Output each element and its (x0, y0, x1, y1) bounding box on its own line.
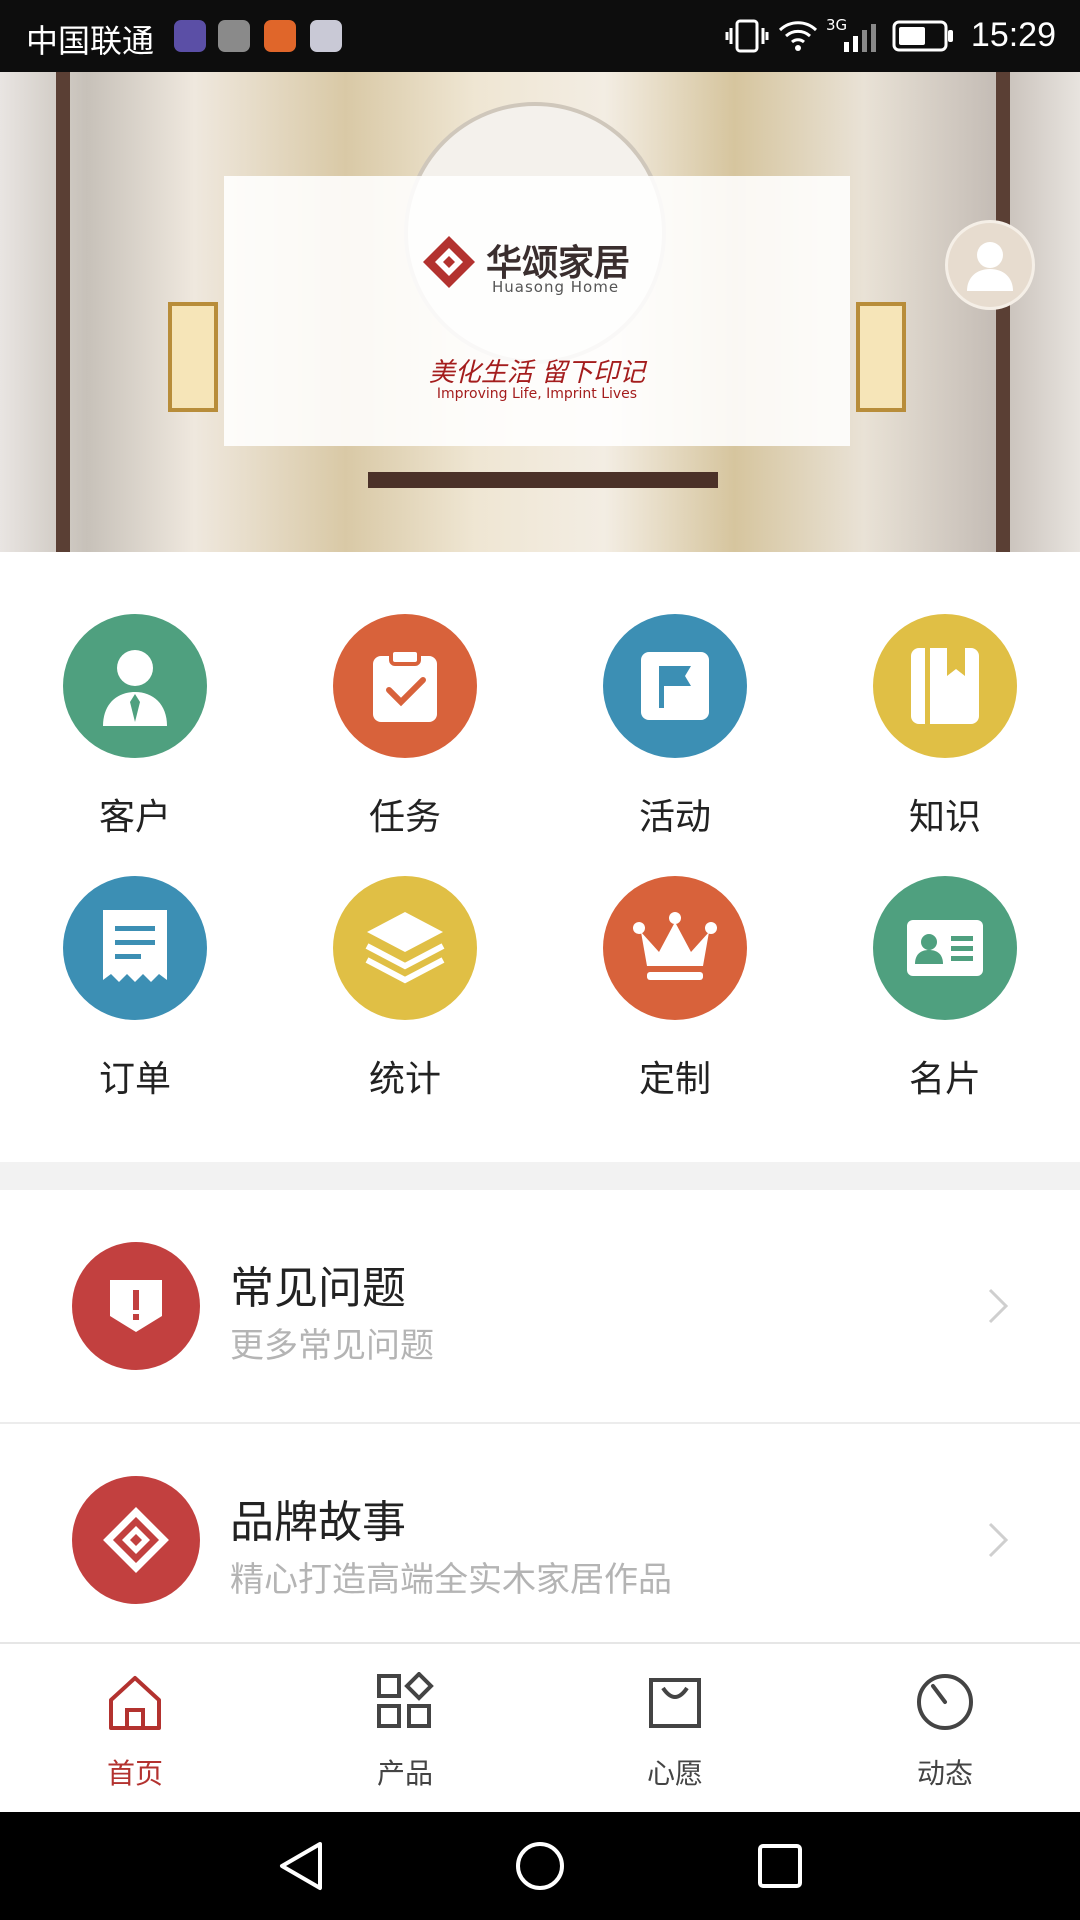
grid-icon-bg (873, 876, 1017, 1020)
receipt-icon (103, 910, 167, 982)
brand-logo-card: 华颂家居 Huasong Home 美化生活 留下印记 Improving Li… (224, 176, 850, 446)
status-bar: 中国联通 3G 15:29 (0, 0, 1080, 72)
tab-products[interactable]: 产品 (270, 1644, 540, 1814)
battery-icon (892, 20, 953, 52)
grid-label: 统计 (368, 1059, 441, 1100)
list-item-brand-story[interactable]: 品牌故事 精心打造高端全实木家居作品 (0, 1424, 1080, 1656)
banner-decor (856, 302, 906, 412)
banner-decor (168, 302, 218, 412)
grid-item-customer[interactable]: 客户 (0, 552, 270, 838)
app-notification-icon (264, 20, 296, 52)
grid-icon-bg (333, 876, 477, 1020)
recents-icon[interactable] (756, 1842, 804, 1890)
grid-item-task[interactable]: 任务 (270, 552, 540, 838)
wishlist-bag-icon (649, 1678, 701, 1728)
list-item-subtitle: 更多常见问题 (230, 1326, 434, 1366)
wifi-icon (778, 21, 818, 51)
list-item-subtitle: 精心打造高端全实木家居作品 (230, 1560, 672, 1600)
clock: 15:29 (970, 16, 1056, 54)
banner-decor (56, 72, 70, 552)
activity-clock-icon (917, 1674, 973, 1730)
grid-icon-bg (63, 876, 207, 1020)
tab-label: 产品 (376, 1757, 433, 1790)
home-circle-icon[interactable] (514, 1840, 566, 1892)
home-icon (109, 1676, 161, 1730)
layers-icon (365, 912, 445, 984)
tab-label: 首页 (106, 1757, 163, 1790)
grid-icon-bg (333, 614, 477, 758)
app-notification-icon (174, 20, 206, 52)
grid-label: 名片 (908, 1059, 981, 1100)
brand-logo-icon (423, 236, 475, 288)
chevron-right-icon (988, 1522, 1009, 1558)
grid-item-order[interactable]: 订单 (0, 814, 270, 1100)
tab-label: 动态 (916, 1757, 973, 1790)
list-icon-bg (72, 1476, 200, 1604)
brand-name-en: Huasong Home (492, 278, 620, 296)
list-item-faq[interactable]: 常见问题 更多常见问题 (0, 1190, 1080, 1422)
bottom-tab-bar: 首页 产品 心愿 动态 (0, 1642, 1080, 1812)
carrier-label: 中国联通 (26, 22, 155, 60)
list-item-title: 常见问题 (230, 1263, 406, 1314)
function-grid: 客户 任务 活动 知识 订单 统计 定制 名片 (0, 552, 1080, 1162)
book-icon (911, 648, 979, 724)
grid-icon-bg (63, 614, 207, 758)
vibrate-icon (725, 19, 769, 53)
grid-label: 订单 (98, 1059, 171, 1100)
list-item-title: 品牌故事 (230, 1497, 406, 1548)
app-notification-icon (218, 20, 250, 52)
section-divider (0, 1162, 1080, 1190)
signal-icon (844, 24, 876, 52)
grid-item-statistics[interactable]: 统计 (270, 814, 540, 1100)
tab-label: 心愿 (646, 1757, 703, 1790)
hero-banner[interactable]: 华颂家居 Huasong Home 美化生活 留下印记 Improving Li… (0, 72, 1080, 552)
tab-wishlist[interactable]: 心愿 (540, 1644, 810, 1814)
tab-home[interactable]: 首页 (0, 1644, 270, 1814)
grid-icon-bg (603, 614, 747, 758)
system-nav-bar (0, 1812, 1080, 1920)
task-icon (373, 648, 437, 722)
grid-label: 定制 (638, 1059, 711, 1100)
list-icon-bg (72, 1242, 200, 1370)
chevron-right-icon (988, 1288, 1009, 1324)
app-notification-icon (310, 20, 342, 52)
grid-icon-bg (603, 876, 747, 1020)
back-icon[interactable] (276, 1840, 326, 1892)
banner-decor (996, 72, 1010, 552)
grid-icon-bg (873, 614, 1017, 758)
grid-item-custom[interactable]: 定制 (540, 814, 810, 1100)
flag-icon (641, 652, 709, 720)
tab-activity[interactable]: 动态 (810, 1644, 1080, 1814)
user-icon (967, 242, 1013, 291)
grid-item-activity[interactable]: 活动 (540, 552, 810, 838)
products-icon (377, 1672, 434, 1728)
grid-item-knowledge[interactable]: 知识 (810, 552, 1080, 838)
customer-icon (103, 650, 167, 726)
banner-decor (368, 472, 718, 488)
alert-shield-icon (110, 1280, 162, 1332)
grid-item-card[interactable]: 名片 (810, 814, 1080, 1100)
avatar[interactable] (945, 220, 1035, 310)
brand-slogan-en: Improving Life, Imprint Lives (436, 386, 638, 402)
crown-icon (633, 912, 717, 980)
id-card-icon (907, 920, 983, 976)
brand-slogan-cn: 美化生活 留下印记 (428, 358, 646, 388)
brand-logo-icon (103, 1507, 169, 1573)
